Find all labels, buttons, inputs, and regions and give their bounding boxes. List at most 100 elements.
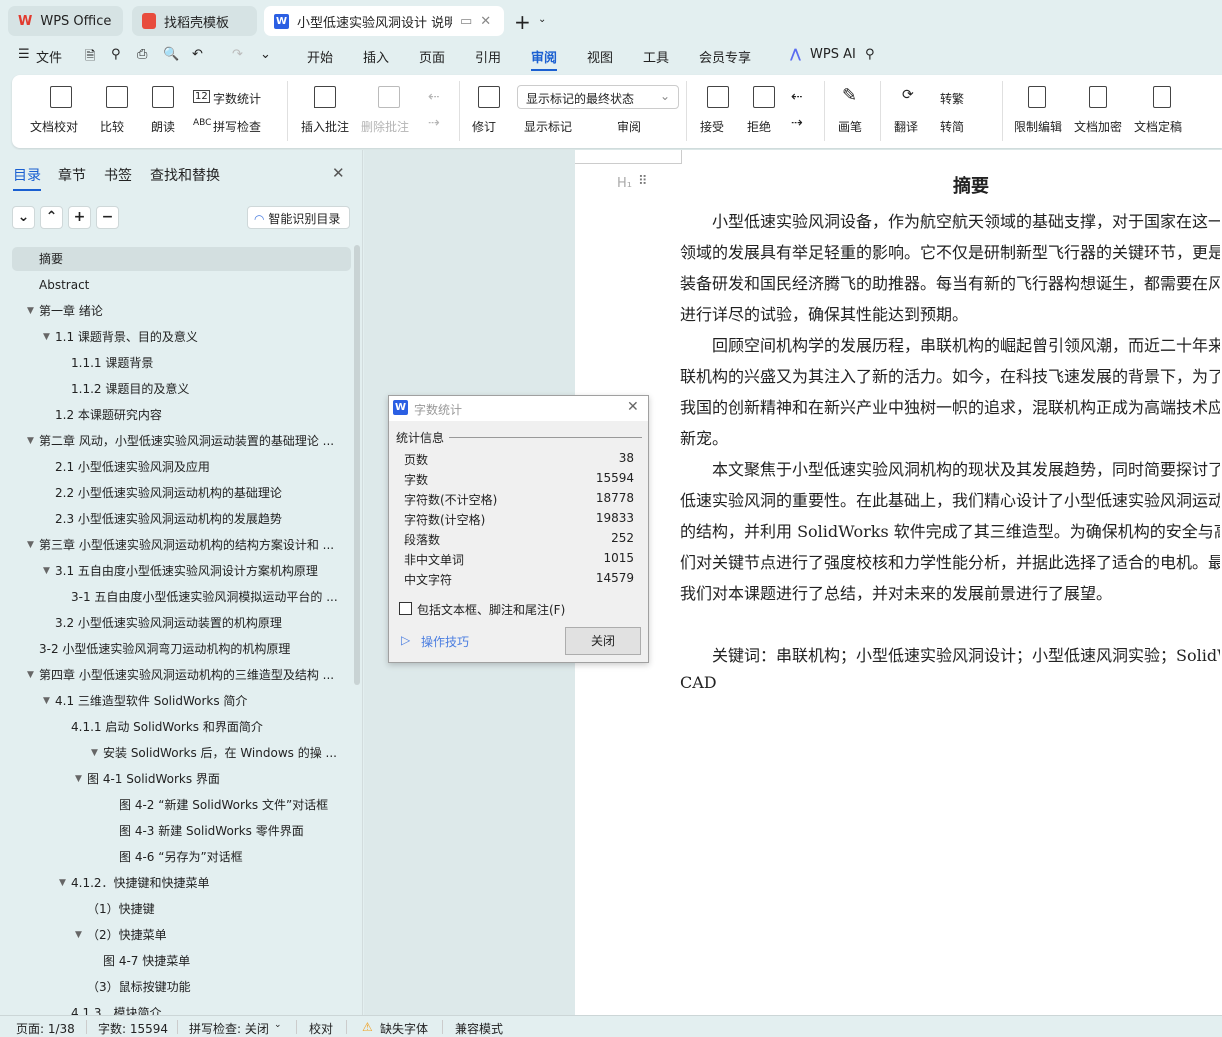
to-traditional-button[interactable]: 转繁 bbox=[940, 90, 964, 107]
review-pane-button[interactable]: 审阅 bbox=[617, 118, 641, 135]
more-icon[interactable]: ⌄ bbox=[260, 47, 271, 62]
redo-icon[interactable]: ↷ bbox=[232, 47, 243, 62]
menu-icon[interactable]: ☰ bbox=[18, 47, 30, 62]
promote-button[interactable]: + bbox=[68, 206, 91, 229]
proofread-status[interactable]: 校对 bbox=[309, 1020, 333, 1037]
menu-review[interactable]: 审阅 bbox=[531, 47, 558, 71]
save-icon[interactable]: 🗎 bbox=[85, 47, 95, 69]
toc-item[interactable]: 3-2 小型低速实验风洞弯刀运动机构的机构原理 bbox=[12, 637, 351, 661]
to-simplified-button[interactable]: 转简 bbox=[940, 118, 964, 135]
search-icon[interactable]: ⚲ bbox=[865, 47, 875, 62]
tab-bookmarks[interactable]: 书签 bbox=[104, 165, 132, 185]
toc-item[interactable]: ▼ 安装 SolidWorks 后，在 Windows 的操 ... bbox=[12, 741, 351, 765]
toc-item[interactable]: 2.2 小型低速实验风洞运动机构的基础理论 bbox=[12, 481, 351, 505]
tab-docer[interactable]: 找稻壳模板 bbox=[132, 6, 257, 36]
window-icon[interactable]: ▭ bbox=[460, 14, 472, 29]
close-pane-icon[interactable]: ✕ bbox=[332, 164, 345, 182]
page-indicator[interactable]: 页面: 1/38 bbox=[16, 1020, 75, 1037]
reject-button[interactable]: 拒绝 bbox=[747, 118, 771, 135]
expand-arrow-icon[interactable]: ▼ bbox=[27, 429, 34, 453]
pen-button[interactable]: 画笔 bbox=[838, 118, 862, 135]
markup-state-dropdown[interactable]: 显示标记的最终状态 ⌄ bbox=[517, 85, 679, 109]
tab-find-replace[interactable]: 查找和替换 bbox=[150, 165, 220, 185]
print-preview-icon[interactable]: 🔍 bbox=[163, 47, 179, 62]
next-change-icon[interactable]: ⇢ bbox=[791, 115, 803, 131]
undo-icon[interactable]: ↶ bbox=[192, 47, 203, 62]
toc-item[interactable]: ▼ 4.1 三维造型软件 SolidWorks 简介 bbox=[12, 689, 351, 713]
expand-arrow-icon[interactable]: ▼ bbox=[27, 663, 34, 687]
toc-item[interactable]: 1.2 本课题研究内容 bbox=[12, 403, 351, 427]
menu-file[interactable]: 文件 bbox=[36, 47, 62, 66]
toc-item[interactable]: ▼ 第三章 小型低速实验风洞运动机构的结构方案设计和 ... bbox=[12, 533, 351, 557]
translate-button[interactable]: 翻译 bbox=[894, 118, 918, 135]
toc-item[interactable]: 图 4-7 快捷菜单 bbox=[12, 949, 351, 973]
print-icon[interactable]: ⎙ bbox=[137, 47, 147, 62]
include-textbox-checkbox[interactable] bbox=[399, 602, 412, 615]
word-count-button[interactable]: 字数统计 bbox=[213, 90, 261, 107]
tips-link[interactable]: 操作技巧 bbox=[421, 633, 469, 650]
menu-insert[interactable]: 插入 bbox=[363, 47, 389, 66]
expand-arrow-icon[interactable]: ▼ bbox=[75, 923, 82, 947]
tab-document[interactable]: W小型低速实验风洞设计 说明书▭✕ bbox=[264, 6, 504, 36]
menu-tools[interactable]: 工具 bbox=[643, 47, 669, 66]
previous-comment-icon[interactable]: ⇠ bbox=[428, 89, 440, 105]
track-changes-button[interactable]: 修订 bbox=[472, 118, 496, 135]
expand-button[interactable]: ⌃ bbox=[40, 206, 63, 229]
finalize-button[interactable]: 文档定稿 bbox=[1134, 118, 1182, 135]
chevron-down-icon[interactable]: ⌄ bbox=[538, 14, 546, 25]
toc-item[interactable]: （3）鼠标按键功能 bbox=[12, 975, 351, 999]
toc-item[interactable]: ▼ 第二章 风动，小型低速实验风洞运动装置的基础理论 ... bbox=[12, 429, 351, 453]
toc-item[interactable]: 3.2 小型低速实验风洞运动装置的机构原理 bbox=[12, 611, 351, 635]
expand-arrow-icon[interactable]: ▼ bbox=[75, 767, 82, 791]
toc-item[interactable]: 2.1 小型低速实验风洞及应用 bbox=[12, 455, 351, 479]
compare-button[interactable]: 比较 bbox=[100, 118, 124, 135]
menu-view[interactable]: 视图 bbox=[587, 47, 613, 66]
tab-chapters[interactable]: 章节 bbox=[58, 165, 86, 185]
menu-reference[interactable]: 引用 bbox=[475, 47, 501, 66]
toc-item[interactable]: 图 4-2 “新建 SolidWorks 文件”对话框 bbox=[12, 793, 351, 817]
toc-item[interactable]: ▼ 第一章 绪论 bbox=[12, 299, 351, 323]
expand-arrow-icon[interactable]: ▼ bbox=[59, 871, 66, 895]
toc-item[interactable]: 图 4-3 新建 SolidWorks 零件界面 bbox=[12, 819, 351, 843]
insert-comment-button[interactable]: 插入批注 bbox=[301, 118, 349, 135]
accept-button[interactable]: 接受 bbox=[700, 118, 724, 135]
expand-arrow-icon[interactable]: ▼ bbox=[27, 299, 34, 323]
scrollbar[interactable] bbox=[354, 245, 360, 685]
toc-item[interactable]: 摘要 bbox=[12, 247, 351, 271]
toc-item[interactable]: ▼ 第四章 小型低速实验风洞运动机构的三维造型及结构 ... bbox=[12, 663, 351, 687]
spell-check-button[interactable]: 拼写检查 bbox=[213, 118, 261, 135]
toc-item[interactable]: 3-1 五自由度小型低速实验风洞模拟运动平台的 ... bbox=[12, 585, 351, 609]
new-tab-icon[interactable]: + bbox=[514, 10, 531, 34]
toc-item[interactable]: Abstract bbox=[12, 273, 351, 297]
expand-arrow-icon[interactable]: ▼ bbox=[27, 533, 34, 557]
word-count-status[interactable]: 字数: 15594 bbox=[98, 1020, 168, 1037]
toc-item[interactable]: 2.3 小型低速实验风洞运动机构的发展趋势 bbox=[12, 507, 351, 531]
toc-item[interactable]: ▼ （2）快捷菜单 bbox=[12, 923, 351, 947]
tab-wps-office[interactable]: W WPS Office bbox=[8, 6, 123, 36]
expand-arrow-icon[interactable]: ▼ bbox=[43, 559, 50, 583]
expand-arrow-icon[interactable]: ▼ bbox=[43, 689, 50, 713]
menu-home[interactable]: 开始 bbox=[307, 47, 333, 66]
menu-member[interactable]: 会员专享 bbox=[699, 47, 751, 66]
proofread-button[interactable]: 文档校对 bbox=[30, 118, 78, 135]
smart-toc-button[interactable]: ◠ 智能识别目录 bbox=[247, 206, 350, 229]
toc-item[interactable]: ▼ 图 4-1 SolidWorks 界面 bbox=[12, 767, 351, 791]
share-icon[interactable]: ⚲ bbox=[111, 47, 121, 62]
encrypt-button[interactable]: 文档加密 bbox=[1074, 118, 1122, 135]
wps-ai-button[interactable]: WPS AI bbox=[810, 47, 856, 62]
show-markup-button[interactable]: 显示标记 bbox=[524, 118, 572, 135]
toc-item[interactable]: （1）快捷键 bbox=[12, 897, 351, 921]
previous-change-icon[interactable]: ⇠ bbox=[791, 89, 803, 105]
delete-comment-button[interactable]: 删除批注 bbox=[361, 118, 409, 135]
menu-page[interactable]: 页面 bbox=[419, 47, 445, 66]
toc-item[interactable]: 图 4-6 “另存为”对话框 bbox=[12, 845, 351, 869]
toc-item[interactable]: 4.1.1 启动 SolidWorks 和界面简介 bbox=[12, 715, 351, 739]
toc-item[interactable]: ▼ 1.1 课题背景、目的及意义 bbox=[12, 325, 351, 349]
spell-check-status[interactable]: 拼写检查: 关闭 bbox=[189, 1020, 269, 1037]
next-comment-icon[interactable]: ⇢ bbox=[428, 115, 440, 131]
toc-item[interactable]: 1.1.1 课题背景 bbox=[12, 351, 351, 375]
demote-button[interactable]: − bbox=[96, 206, 119, 229]
toc-item[interactable]: ▼ 3.1 五自由度小型低速实验风洞设计方案机构原理 bbox=[12, 559, 351, 583]
close-button[interactable]: 关闭 bbox=[565, 627, 641, 655]
toc-item[interactable]: 1.1.2 课题目的及意义 bbox=[12, 377, 351, 401]
